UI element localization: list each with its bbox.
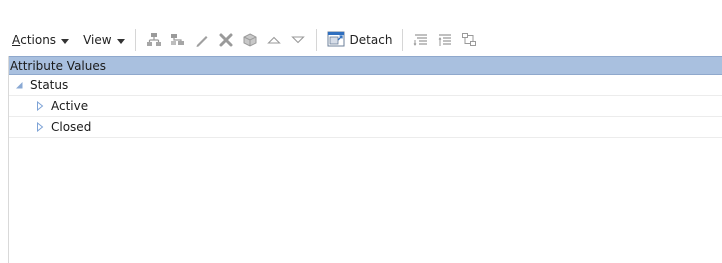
detach-label: Detach bbox=[349, 33, 393, 47]
chevron-down-icon bbox=[116, 38, 125, 44]
detach-icon bbox=[327, 31, 345, 50]
attribute-values-window: Actions View Detach Attribute Values Sta… bbox=[0, 0, 722, 263]
actions-mnemonic: A bbox=[12, 33, 21, 47]
column-header: Attribute Values bbox=[9, 56, 722, 75]
add-sibling-icon[interactable] bbox=[143, 29, 165, 51]
collapsed-triangle-icon[interactable] bbox=[35, 122, 45, 132]
collapsed-triangle-icon[interactable] bbox=[35, 101, 45, 111]
move-down-icon[interactable] bbox=[287, 29, 309, 51]
view-menu[interactable]: View bbox=[79, 29, 128, 51]
tree-node-status[interactable]: Status bbox=[9, 75, 722, 96]
expand-all-icon[interactable] bbox=[410, 29, 432, 51]
chevron-down-icon bbox=[61, 38, 70, 44]
tree-node-active[interactable]: Active bbox=[9, 96, 722, 117]
actions-menu-label: ctions bbox=[20, 33, 57, 47]
move-up-icon[interactable] bbox=[263, 29, 285, 51]
tree-node-closed[interactable]: Closed bbox=[9, 117, 722, 138]
detach-button[interactable]: Detach bbox=[323, 29, 397, 51]
toolbar-divider bbox=[315, 29, 317, 51]
delete-icon[interactable] bbox=[215, 29, 237, 51]
expanded-triangle-icon[interactable] bbox=[14, 80, 24, 90]
toolbar-divider bbox=[402, 29, 404, 51]
edit-icon[interactable] bbox=[191, 29, 213, 51]
tree-node-label: Closed bbox=[51, 120, 92, 134]
actions-menu[interactable]: Actions bbox=[8, 29, 73, 51]
column-header-label: Attribute Values bbox=[10, 58, 107, 73]
tree-node-label: Active bbox=[51, 99, 89, 113]
tree-node-label: Status bbox=[30, 78, 69, 92]
toolbar: Actions View Detach bbox=[8, 26, 722, 54]
collapse-all-icon[interactable] bbox=[434, 29, 456, 51]
toolbar-divider bbox=[134, 29, 136, 51]
attribute-values-tree: Attribute Values Status Active Closed bbox=[8, 56, 722, 263]
cube-icon[interactable] bbox=[239, 29, 261, 51]
hierarchy-icon[interactable] bbox=[458, 29, 480, 51]
view-menu-label: View bbox=[83, 33, 112, 47]
add-child-icon[interactable] bbox=[167, 29, 189, 51]
